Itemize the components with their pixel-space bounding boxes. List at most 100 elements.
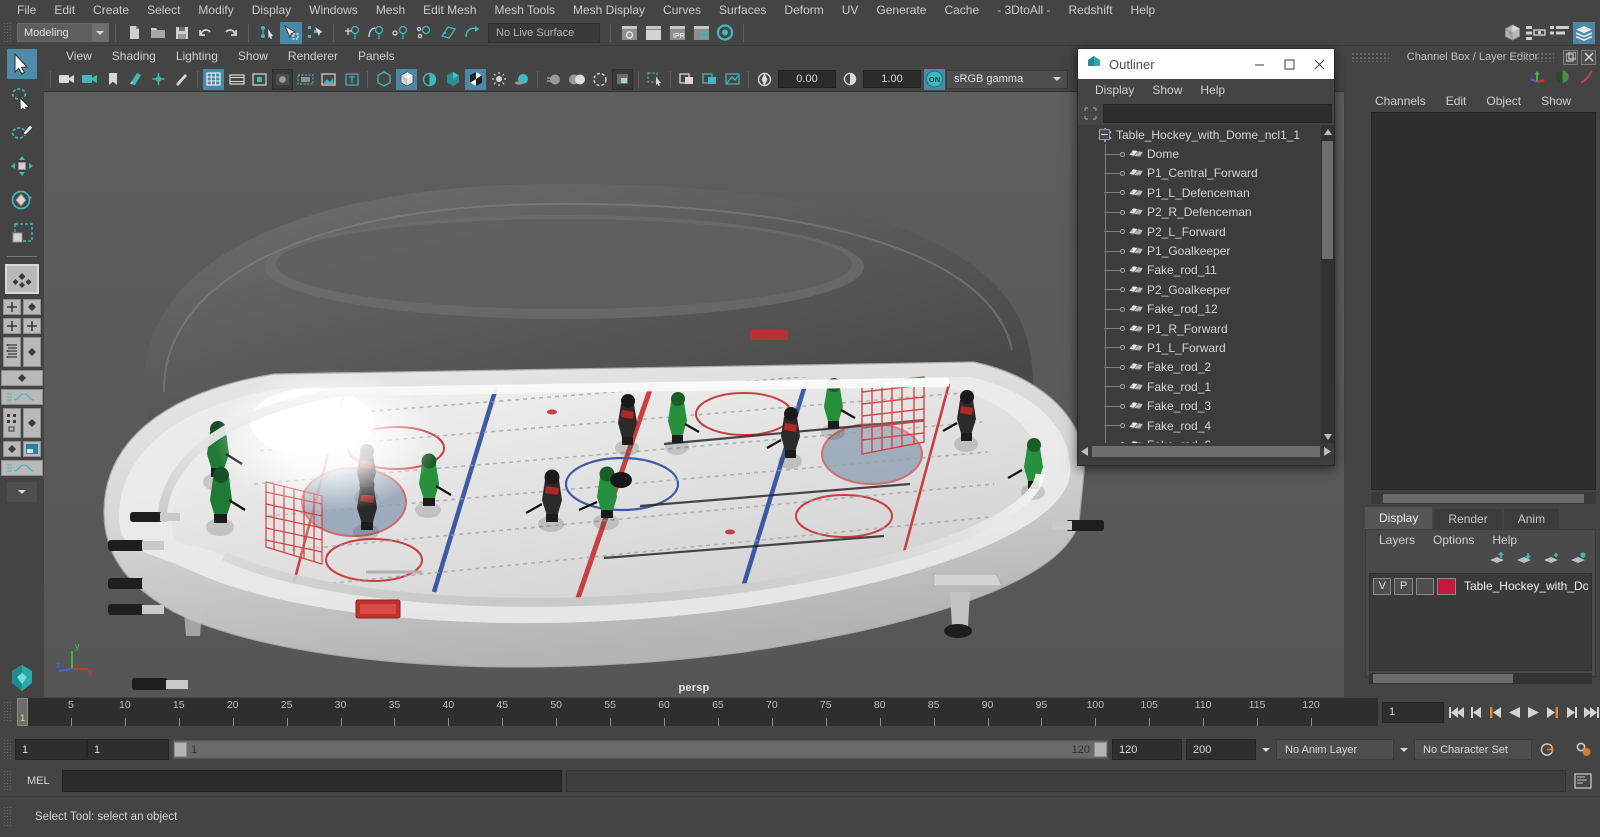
move-tool-icon[interactable]: [7, 151, 37, 181]
panel-grip[interactable]: [1351, 52, 1389, 62]
outliner-item-row[interactable]: Dome: [1078, 144, 1320, 164]
color-profile-selector[interactable]: sRGB gamma: [946, 69, 1068, 89]
animation-settings-gear-icon[interactable]: [1572, 739, 1594, 761]
collapse-toggle-icon[interactable]: [1099, 129, 1110, 141]
tree-node-dot[interactable]: [1120, 403, 1125, 409]
viewport-menu-renderer[interactable]: Renderer: [278, 46, 348, 67]
previous-key-icon[interactable]: [1486, 701, 1505, 723]
scale-tool-icon[interactable]: [7, 219, 37, 249]
tree-node-dot[interactable]: [1120, 326, 1125, 332]
chevron-down-icon[interactable]: [1394, 739, 1414, 760]
outliner-item-row[interactable]: P1_Central_Forward: [1078, 163, 1320, 184]
show-channel-box-layer-editor-icon[interactable]: [1573, 21, 1595, 44]
command-line-grip[interactable]: [3, 770, 12, 792]
grid-toggle-icon[interactable]: [203, 68, 224, 90]
outliner-item-row[interactable]: P1_L_Defenceman: [1078, 183, 1320, 203]
outliner-item-row[interactable]: Fake_rod_3: [1078, 396, 1320, 416]
open-scene-icon[interactable]: [147, 22, 169, 44]
menu-item-mesh[interactable]: Mesh: [367, 0, 414, 20]
scroll-down-icon[interactable]: [1321, 430, 1334, 443]
tree-node-dot[interactable]: [1120, 384, 1125, 390]
snap-to-grid-icon[interactable]: [341, 22, 363, 44]
undo-icon[interactable]: [195, 22, 217, 44]
character-set-selector[interactable]: No Character Set: [1414, 739, 1532, 760]
scroll-up-icon[interactable]: [1321, 125, 1334, 138]
outliner-item-row[interactable]: P2_Goalkeeper: [1078, 280, 1320, 300]
current-time-indicator[interactable]: 1: [17, 698, 28, 726]
xray-active-components-icon[interactable]: [699, 69, 720, 90]
time-slider-grip[interactable]: [3, 701, 12, 723]
image-plane-icon[interactable]: [125, 69, 146, 90]
film-gate-icon[interactable]: [226, 69, 247, 90]
persp-graph-layout-button[interactable]: [1, 389, 43, 405]
outliner-menu-display[interactable]: Display: [1086, 79, 1143, 101]
toolbar-grip[interactable]: [3, 21, 12, 44]
tree-node-dot[interactable]: [1120, 306, 1125, 312]
multisample-aa-icon[interactable]: [566, 69, 587, 90]
exposure-icon[interactable]: [318, 69, 339, 90]
gate-mask-icon[interactable]: [272, 68, 293, 90]
create-layer-from-selection-icon[interactable]: [1570, 552, 1587, 570]
play-forwards-icon[interactable]: [1524, 701, 1543, 723]
uv-editor-layout-button[interactable]: [23, 441, 41, 457]
maximize-icon[interactable]: [1274, 49, 1304, 79]
show-tool-settings-icon[interactable]: [1549, 22, 1571, 44]
tab-render[interactable]: Render: [1434, 509, 1502, 529]
tree-node-dot[interactable]: [1120, 209, 1125, 215]
chevron-down-icon[interactable]: [1049, 71, 1065, 88]
film-origin-icon[interactable]: [295, 69, 316, 90]
range-right-handle[interactable]: [1094, 742, 1107, 757]
playback-end-field[interactable]: 120: [1112, 739, 1182, 760]
outliner-item-row[interactable]: P1_R_Forward: [1078, 318, 1320, 339]
tab-anim[interactable]: Anim: [1503, 509, 1560, 529]
viewport-menu-lighting[interactable]: Lighting: [166, 46, 228, 67]
menu-set-selector[interactable]: Modeling: [17, 23, 109, 42]
select-tool-icon[interactable]: [7, 49, 37, 79]
two-d-pan-zoom-icon[interactable]: [148, 69, 169, 90]
step-forward-icon[interactable]: [1562, 701, 1581, 723]
snap-to-view-plane-icon[interactable]: [437, 22, 459, 44]
layer-color-swatch[interactable]: [1437, 577, 1456, 595]
last-tool-used-icon[interactable]: [5, 264, 39, 294]
tree-node-dot[interactable]: [1120, 248, 1125, 254]
layer-list[interactable]: V P Table_Hockey_with_Dom: [1369, 573, 1592, 671]
outliner-menu-show[interactable]: Show: [1143, 79, 1191, 101]
render-settings-icon[interactable]: [690, 22, 712, 44]
channel-box-attribute-list[interactable]: [1371, 112, 1596, 490]
exposure-field[interactable]: 0.00: [778, 70, 836, 88]
four-pane-layout-button[interactable]: [23, 318, 41, 334]
render-view-icon[interactable]: [618, 22, 640, 44]
go-to-start-icon[interactable]: [1448, 701, 1467, 723]
menu-item-mesh-display[interactable]: Mesh Display: [564, 0, 654, 20]
snap-to-projected-center-icon[interactable]: [413, 22, 435, 44]
menu-item-surfaces[interactable]: Surfaces: [710, 0, 775, 20]
live-surface-field[interactable]: No Live Surface: [488, 22, 600, 43]
depth-of-field-icon[interactable]: [589, 69, 610, 90]
scrollbar-thumb[interactable]: [1373, 674, 1513, 683]
play-backwards-icon[interactable]: [1505, 701, 1524, 723]
ipr-render-icon[interactable]: [642, 22, 664, 44]
go-to-end-icon[interactable]: [1581, 701, 1600, 723]
outliner-item-row[interactable]: P2_L_Forward: [1078, 221, 1320, 242]
menu-item-help[interactable]: Help: [1122, 0, 1165, 20]
tree-node-dot[interactable]: [1120, 229, 1125, 235]
menu-item-curves[interactable]: Curves: [654, 0, 710, 20]
layer-row[interactable]: V P Table_Hockey_with_Dom: [1373, 577, 1588, 595]
field-curve-icon[interactable]: [1579, 69, 1594, 89]
current-frame-field[interactable]: 1: [1382, 701, 1444, 723]
text-overlay-icon[interactable]: [341, 69, 362, 90]
outliner-title-bar[interactable]: Outliner: [1078, 49, 1334, 79]
viewport-menu-view[interactable]: View: [56, 46, 102, 67]
ambient-occlusion-icon[interactable]: [511, 69, 532, 90]
outliner-root-row[interactable]: Table_Hockey_with_Dome_ncl1_1: [1078, 125, 1320, 144]
menu-item-redshift[interactable]: Redshift: [1060, 0, 1122, 20]
select-by-object-icon[interactable]: [280, 21, 302, 44]
two-pane-layout-button[interactable]: [3, 318, 21, 334]
channel-menu-edit[interactable]: Edit: [1436, 90, 1477, 112]
outliner-horizontal-scrollbar[interactable]: [1078, 443, 1334, 460]
tree-node-dot[interactable]: [1120, 423, 1125, 429]
show-attribute-editor-icon[interactable]: [1525, 22, 1547, 44]
rotate-tool-icon[interactable]: [7, 185, 37, 215]
grease-pencil-icon[interactable]: [171, 69, 192, 90]
close-panel-icon[interactable]: [1581, 49, 1596, 65]
